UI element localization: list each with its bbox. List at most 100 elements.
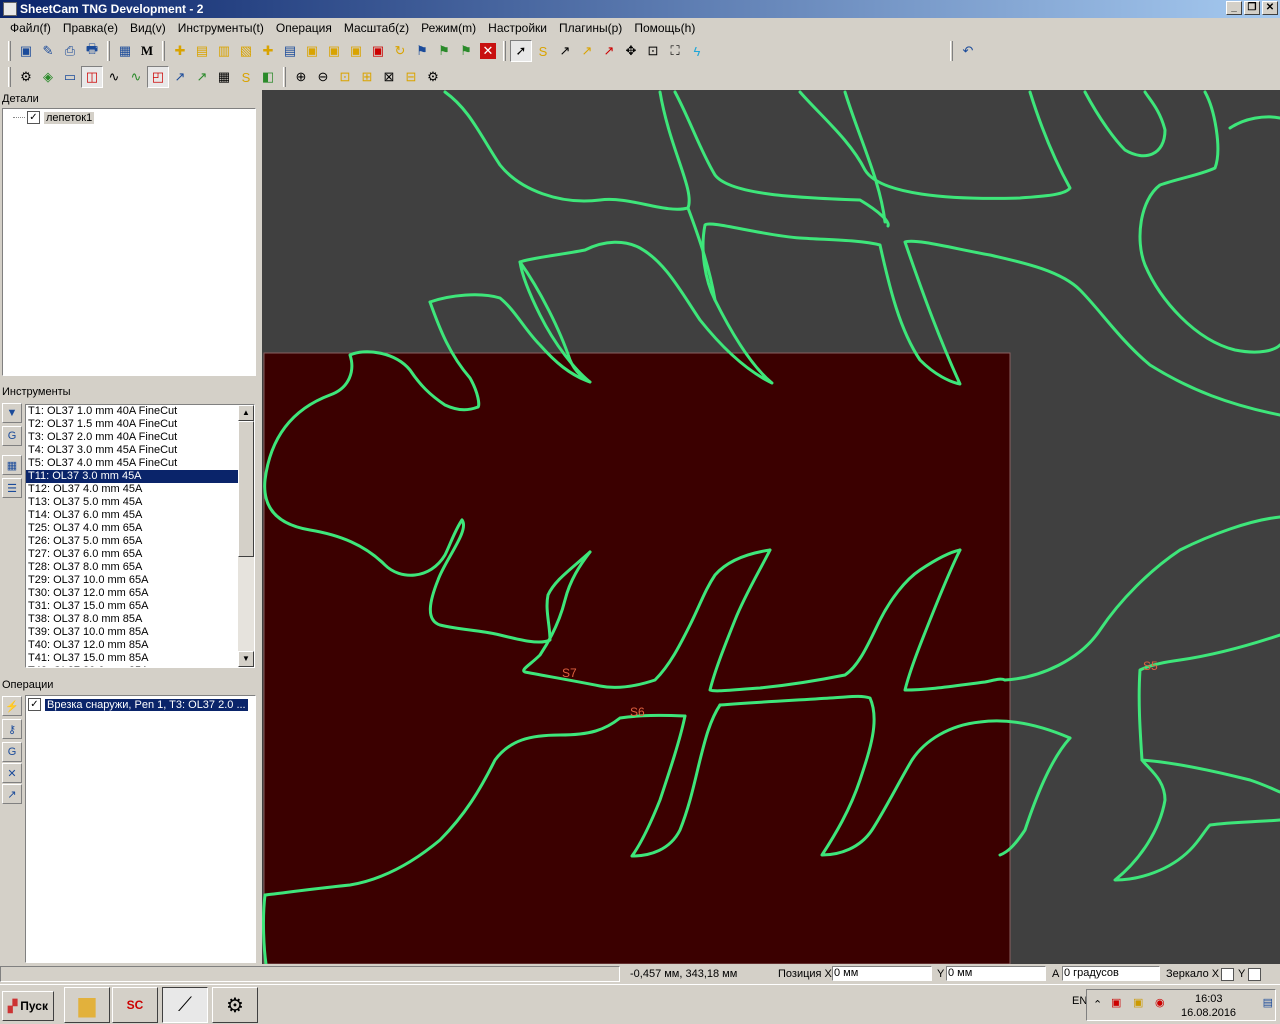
op-g-icon[interactable]: G [2, 742, 22, 762]
delete-icon[interactable]: ✕ [480, 43, 496, 59]
restore-button[interactable]: ❐ [1244, 1, 1260, 15]
tool-row[interactable]: T27: OL37 6.0 mm 65A [26, 548, 238, 561]
zoom-sheet-icon[interactable]: ⊟ [400, 66, 422, 88]
tool-scrollbar[interactable]: ▲ ▼ [238, 405, 254, 667]
tool-row[interactable]: T38: OL37 8.0 mm 85A [26, 613, 238, 626]
op-edit-icon[interactable]: ↗ [2, 784, 22, 804]
show-toolpath-icon[interactable]: ∿ [125, 66, 147, 88]
menu-item-5[interactable]: Масштаб(z) [338, 21, 415, 35]
drawing-canvas[interactable]: S7 S6 S5 [262, 90, 1280, 964]
undo-icon[interactable]: ↶ [957, 40, 979, 62]
taskbar-app-active[interactable]: ⟋ [162, 987, 208, 1023]
menu-item-9[interactable]: Помощь(h) [628, 21, 701, 35]
part-list-icon[interactable]: ▤ [279, 40, 301, 62]
tool-table-icon[interactable]: ▦ [2, 455, 22, 475]
tool-list-icon[interactable]: ☰ [2, 478, 22, 498]
sheet-remove-icon[interactable]: ▣ [323, 40, 345, 62]
tool-row[interactable]: T28: OL37 8.0 mm 65A [26, 561, 238, 574]
start-point-icon[interactable]: S [532, 40, 554, 62]
op-cut-icon[interactable]: ⚡ [2, 696, 22, 716]
menu-item-6[interactable]: Режим(m) [415, 21, 482, 35]
tool-row[interactable]: T25: OL37 4.0 mm 65A [26, 522, 238, 535]
zoom-in-icon[interactable]: ⊕ [290, 66, 312, 88]
close-button[interactable]: ✕ [1262, 1, 1278, 15]
edit-icon[interactable]: ✎ [37, 40, 59, 62]
taskbar-sheetcam[interactable]: SC [112, 987, 158, 1023]
plugin2-icon[interactable]: ⚑ [433, 40, 455, 62]
show-paths-icon[interactable]: ∿ [103, 66, 125, 88]
sheet-add-icon[interactable]: ▣ [301, 40, 323, 62]
move-icon[interactable]: ✥ [620, 40, 642, 62]
new-icon[interactable]: ▣ [15, 40, 37, 62]
operation-checkbox[interactable]: ✓ [28, 698, 41, 711]
tool-row[interactable]: T40: OL37 12.0 mm 85A [26, 639, 238, 652]
tray-expand-icon[interactable]: ⌃ [1093, 998, 1102, 1011]
array-icon[interactable]: ▥ [213, 40, 235, 62]
show-desktop-icon[interactable]: ▤ [1263, 996, 1273, 1009]
tool-row[interactable]: T1: OL37 1.0 mm 40A FineCut [26, 405, 238, 418]
sheet-copy-icon[interactable]: ▣ [345, 40, 367, 62]
add-sheet-icon[interactable]: ✚ [257, 40, 279, 62]
print-icon[interactable]: ⎙ [59, 40, 81, 62]
network-icon[interactable]: ▣ [1111, 996, 1121, 1009]
pos-y-input[interactable]: 0 мм [946, 966, 1046, 981]
lead-icon[interactable]: ↗ [576, 40, 598, 62]
tool-g-icon[interactable]: G [2, 426, 22, 446]
show-leads-icon[interactable]: ↗ [191, 66, 213, 88]
show-tabs-icon[interactable]: ◧ [257, 66, 279, 88]
tool-row[interactable]: T2: OL37 1.5 mm 40A FineCut [26, 418, 238, 431]
menu-item-8[interactable]: Плагины(p) [553, 21, 628, 35]
zoom-out-icon[interactable]: ⊖ [312, 66, 334, 88]
sheet-move-icon[interactable]: ▣ [367, 40, 389, 62]
show-start-icon[interactable]: ◰ [147, 66, 169, 88]
add-part-icon[interactable]: ✚ [169, 40, 191, 62]
tool-list[interactable]: T1: OL37 1.0 mm 40A FineCut T2: OL37 1.5 … [25, 404, 255, 668]
part-item[interactable]: ✓ лепеток1 [13, 111, 95, 124]
tool-row[interactable]: T26: OL37 5.0 mm 65A [26, 535, 238, 548]
new-tool-icon[interactable]: ▼ [2, 403, 22, 423]
battery-icon[interactable]: ▣ [1133, 996, 1143, 1009]
zoom-window-icon[interactable]: ⊡ [334, 66, 356, 88]
zoom-extent-icon[interactable]: ⛶ [664, 40, 686, 62]
menu-item-4[interactable]: Операция [270, 21, 338, 35]
tool-row[interactable]: T39: OL37 10.0 mm 85A [26, 626, 238, 639]
taskbar-machine[interactable]: ⚙ [212, 987, 258, 1023]
taskbar-explorer[interactable]: ▆ [64, 987, 110, 1023]
sheet-rotate-icon[interactable]: ↻ [389, 40, 411, 62]
tool-row[interactable]: T41: OL37 15.0 mm 85A [26, 652, 238, 665]
operations-list[interactable]: ✓ Врезка снаружи, Pen 1, T3: OL37 2.0 ..… [25, 695, 256, 963]
op-x-icon[interactable]: ✕ [2, 763, 22, 783]
tool-row[interactable]: T12: OL37 4.0 mm 45A [26, 483, 238, 496]
lightning-icon[interactable]: ϟ [686, 40, 708, 62]
show-start-labels-icon[interactable]: S [235, 66, 257, 88]
window-icon[interactable]: ▭ [59, 66, 81, 88]
tool-row[interactable]: T3: OL37 2.0 mm 40A FineCut [26, 431, 238, 444]
macro-icon[interactable]: M [136, 40, 158, 62]
plugin-icon[interactable]: ⚑ [411, 40, 433, 62]
clock-date[interactable]: 16.08.2016 [1181, 1007, 1236, 1019]
calculator-icon[interactable]: ▦ [114, 40, 136, 62]
path-edit-icon[interactable]: ↗ [554, 40, 576, 62]
printer-icon[interactable]: 🖶 [81, 40, 103, 62]
parts-icon[interactable]: ⚙ [15, 66, 37, 88]
plugin3-icon[interactable]: ⚑ [455, 40, 477, 62]
zoom-settings-icon[interactable]: ⚙ [422, 66, 444, 88]
tool-row[interactable]: T14: OL37 6.0 mm 45A [26, 509, 238, 522]
operation-item[interactable]: ✓ Врезка снаружи, Pen 1, T3: OL37 2.0 ..… [28, 698, 248, 711]
menu-item-2[interactable]: Вид(v) [124, 21, 172, 35]
tool-row[interactable]: T13: OL37 5.0 mm 45A [26, 496, 238, 509]
zoom-parts-icon[interactable]: ⊞ [356, 66, 378, 88]
menu-item-1[interactable]: Правка(e) [57, 21, 124, 35]
part-checkbox[interactable]: ✓ [27, 111, 40, 124]
measure-icon[interactable]: ⊡ [642, 40, 664, 62]
select-icon[interactable]: ➚ [510, 40, 532, 62]
copy-part-icon[interactable]: ▧ [235, 40, 257, 62]
zoom-all-icon[interactable]: ⊠ [378, 66, 400, 88]
scroll-thumb[interactable] [238, 421, 254, 557]
scroll-down-button[interactable]: ▼ [238, 651, 254, 667]
menu-item-0[interactable]: Файл(f) [4, 21, 57, 35]
tool-row[interactable]: T31: OL37 15.0 mm 65A [26, 600, 238, 613]
show-rapids-icon[interactable]: ↗ [169, 66, 191, 88]
angle-input[interactable]: 0 градусов [1062, 966, 1160, 981]
menu-item-7[interactable]: Настройки [482, 21, 553, 35]
